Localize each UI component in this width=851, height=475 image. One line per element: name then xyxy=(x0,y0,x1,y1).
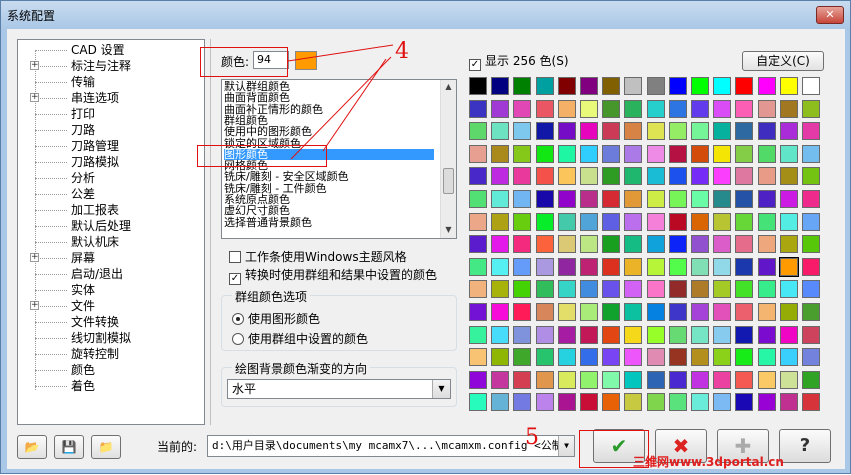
annotation-number-4: 4 xyxy=(395,39,409,64)
watermark-text: 三维网www.3dportal.cn xyxy=(633,455,784,469)
annotation-number-5: 5 xyxy=(525,425,539,450)
system-config-window: 系统配置 ✕ CAD 设置 + 标注与注释 传输 + 串连选项 打印 刀路 刀路管理 刀路模拟 分析… xyxy=(0,0,851,474)
annotation-lines xyxy=(287,44,394,160)
